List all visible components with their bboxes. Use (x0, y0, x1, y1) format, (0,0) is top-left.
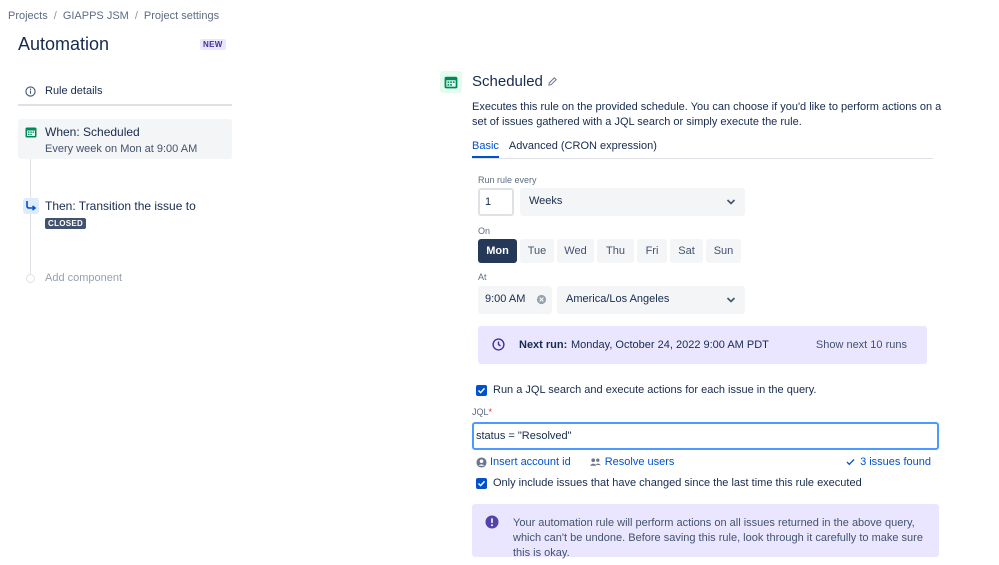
user-circle-icon (476, 456, 487, 468)
warning-panel: Your automation rule will perform action… (472, 504, 939, 559)
show-next-runs-button[interactable]: Show next 10 runs (816, 339, 907, 351)
breadcrumb-projects[interactable]: Projects (8, 10, 48, 22)
resolve-users-button[interactable]: Resolve users (589, 456, 675, 468)
jql-actions: Insert account id Resolve users (476, 456, 692, 468)
period-select-value: Weeks (529, 195, 563, 207)
chevron-down-icon (726, 297, 736, 303)
at-label: At (478, 272, 487, 282)
timezone-value: America/Los Angeles (566, 293, 670, 305)
trigger-title: When: Scheduled (45, 125, 140, 139)
next-run-panel: Next run: Monday, October 24, 2022 9:00 … (478, 326, 927, 364)
jql-label: JQL* (472, 407, 492, 417)
issues-found-label: 3 issues found (860, 456, 931, 468)
jql-input[interactable]: status = "Resolved" (472, 422, 939, 450)
rule-details-item[interactable]: Rule details (18, 78, 232, 106)
trigger-component[interactable]: When: Scheduled Every week on Mon at 9:0… (18, 119, 232, 159)
warning-text: Your automation rule will perform action… (513, 517, 923, 559)
only-changed-label: Only include issues that have changed si… (493, 477, 862, 489)
run-every-label: Run rule every (478, 175, 537, 185)
add-component[interactable]: Add component (26, 272, 122, 284)
exclamation-icon (485, 515, 499, 529)
edit-pencil-icon[interactable] (547, 76, 558, 87)
day-fri[interactable]: Fri (637, 239, 667, 263)
run-every-input[interactable]: 1 (478, 188, 514, 216)
new-badge: NEW (200, 39, 226, 50)
schedule-tabs: Basic Advanced (CRON expression) (472, 140, 933, 159)
action-component[interactable]: Then: Transition the issue to CLOSED (18, 196, 232, 236)
chevron-down-icon (726, 199, 736, 205)
clear-icon[interactable] (536, 294, 547, 305)
time-input[interactable]: 9:00 AM (478, 286, 552, 314)
day-thu[interactable]: Thu (597, 239, 634, 263)
clock-icon (492, 338, 505, 351)
resolve-users-label: Resolve users (604, 456, 675, 468)
transition-icon (23, 198, 39, 214)
users-icon (589, 457, 601, 466)
day-sun[interactable]: Sun (706, 239, 741, 263)
day-selector: Mon Tue Wed Thu Fri Sat Sun (478, 239, 741, 263)
check-icon (846, 459, 855, 466)
scheduled-title: Scheduled (472, 73, 543, 90)
info-icon (25, 85, 36, 97)
breadcrumb: Projects / GIAPPS JSM / Project settings (8, 10, 219, 22)
action-title: Then: Transition the issue to (45, 199, 196, 213)
scheduled-calendar-icon (440, 71, 462, 93)
add-component-dot-icon (26, 273, 35, 283)
next-run-value: Monday, October 24, 2022 9:00 AM PDT (571, 339, 769, 351)
day-sat[interactable]: Sat (670, 239, 703, 263)
tab-advanced-cron[interactable]: Advanced (CRON expression) (509, 140, 657, 158)
checkmark-icon (477, 387, 486, 394)
insert-account-id-label: Insert account id (490, 456, 571, 468)
breadcrumb-separator: / (134, 10, 138, 22)
calendar-icon (25, 127, 37, 138)
breadcrumb-project[interactable]: GIAPPS JSM (63, 10, 129, 22)
timezone-select[interactable]: America/Los Angeles (557, 286, 745, 314)
time-value: 9:00 AM (485, 293, 526, 305)
insert-account-id-button[interactable]: Insert account id (476, 456, 571, 468)
page-title: Automation (18, 34, 110, 54)
breadcrumb-project-settings[interactable]: Project settings (144, 10, 219, 22)
day-wed[interactable]: Wed (557, 239, 594, 263)
on-label: On (478, 226, 491, 236)
checkmark-icon (477, 480, 486, 487)
day-mon[interactable]: Mon (478, 239, 517, 263)
run-jql-label: Run a JQL search and execute actions for… (493, 384, 817, 396)
status-badge-closed: CLOSED (45, 218, 87, 229)
required-mark: * (488, 407, 493, 417)
period-select[interactable]: Weeks (520, 188, 745, 216)
only-changed-checkbox[interactable] (476, 478, 487, 489)
rule-details-label: Rule details (45, 85, 103, 97)
breadcrumb-separator: / (53, 10, 57, 22)
scheduled-description: Executes this rule on the provided sched… (472, 101, 942, 128)
next-run-label: Next run: (519, 339, 568, 351)
jql-label-text: JQL (472, 407, 489, 417)
add-component-label: Add component (45, 272, 123, 284)
trigger-subtitle: Every week on Mon at 9:00 AM (45, 143, 198, 155)
issues-found[interactable]: 3 issues found (846, 456, 931, 468)
day-tue[interactable]: Tue (520, 239, 554, 263)
run-jql-checkbox[interactable] (476, 385, 487, 396)
tab-basic[interactable]: Basic (472, 140, 499, 158)
